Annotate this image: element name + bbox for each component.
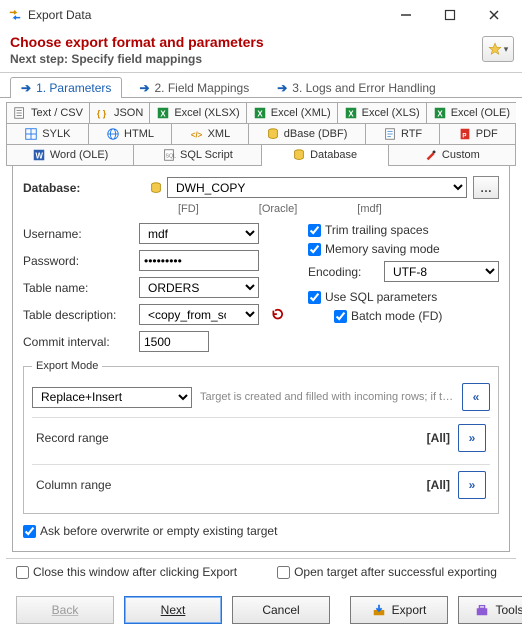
export-mode-group: Export Mode Replace+Insert Target is cre… bbox=[23, 366, 499, 514]
format-database[interactable]: Database bbox=[262, 145, 389, 166]
tdesc-combo[interactable]: <copy_from_source> bbox=[139, 304, 259, 325]
favorites-button[interactable]: ▾ bbox=[482, 36, 514, 62]
close-after-checkbox[interactable]: Close this window after clicking Export bbox=[16, 565, 237, 579]
svg-text:X: X bbox=[161, 110, 167, 119]
svg-text:{ }: { } bbox=[97, 109, 107, 119]
step-label: 2. Field Mappings bbox=[155, 81, 250, 95]
format-tabs: Text / CSV { }JSON XExcel (XLSX) XExcel … bbox=[6, 102, 516, 166]
table-combo[interactable]: ORDERS bbox=[139, 277, 259, 298]
encoding-label: Encoding: bbox=[308, 265, 378, 279]
arrow-right-icon: ➔ bbox=[277, 81, 287, 95]
format-rtf[interactable]: RTF bbox=[366, 124, 441, 145]
step-field-mappings[interactable]: ➔ 2. Field Mappings bbox=[128, 77, 260, 98]
commit-field[interactable] bbox=[139, 331, 209, 352]
format-sql-script[interactable]: SQLSQL Script bbox=[134, 145, 261, 166]
next-button[interactable]: Next bbox=[124, 596, 222, 624]
svg-text:X: X bbox=[437, 110, 443, 119]
svg-text:X: X bbox=[257, 110, 263, 119]
tdesc-reset-button[interactable] bbox=[265, 304, 287, 325]
column-range-label: Column range bbox=[36, 478, 427, 492]
svg-text:SQL: SQL bbox=[165, 154, 176, 160]
format-excel-xml[interactable]: XExcel (XML) bbox=[247, 103, 338, 124]
svg-text:P: P bbox=[462, 133, 466, 140]
page-subheading: Next step: Specify field mappings bbox=[10, 52, 512, 66]
arrow-right-icon: ➔ bbox=[139, 81, 149, 95]
format-sylk[interactable]: SYLK bbox=[7, 124, 89, 145]
format-xlsx[interactable]: XExcel (XLSX) bbox=[150, 103, 246, 124]
svg-text:</>: </> bbox=[190, 131, 202, 140]
export-mode-legend: Export Mode bbox=[32, 360, 102, 372]
toolbox-icon bbox=[475, 603, 489, 617]
button-bar: Back Next Cancel Export Tools▾ bbox=[6, 588, 516, 629]
parameters-panel: Database: DWH_COPY … [FD] [Oracle] [mdf]… bbox=[12, 166, 510, 552]
format-word-ole[interactable]: WWord (OLE) bbox=[7, 145, 134, 166]
window-close[interactable] bbox=[472, 1, 516, 29]
table-label: Table name: bbox=[23, 281, 133, 295]
window-title: Export Data bbox=[28, 8, 384, 22]
password-label: Password: bbox=[23, 254, 133, 268]
column-range-value: [All] bbox=[427, 478, 450, 492]
batch-checkbox[interactable]: Batch mode (FD) bbox=[308, 309, 499, 323]
tools-button[interactable]: Tools▾ bbox=[458, 596, 522, 624]
record-range-label: Record range bbox=[36, 431, 427, 445]
format-excel-ole[interactable]: XExcel (OLE) bbox=[427, 103, 516, 124]
format-pdf[interactable]: PPDF bbox=[440, 124, 515, 145]
cancel-button[interactable]: Cancel bbox=[232, 596, 330, 624]
app-swap-icon bbox=[8, 8, 22, 22]
step-logs[interactable]: ➔ 3. Logs and Error Handling bbox=[266, 77, 446, 98]
format-xml[interactable]: </>XML bbox=[172, 124, 248, 145]
password-field[interactable] bbox=[139, 250, 259, 271]
commit-label: Commit interval: bbox=[23, 335, 133, 349]
svg-text:X: X bbox=[348, 110, 354, 119]
username-combo[interactable]: mdf bbox=[139, 223, 259, 244]
database-combo[interactable]: DWH_COPY bbox=[167, 177, 467, 198]
db-hints: [FD] [Oracle] [mdf] bbox=[23, 203, 499, 215]
tdesc-label: Table description: bbox=[23, 308, 133, 322]
record-range-value: [All] bbox=[427, 431, 450, 445]
arrow-right-icon: ➔ bbox=[21, 81, 31, 95]
svg-text:W: W bbox=[35, 152, 43, 161]
memory-checkbox[interactable]: Memory saving mode bbox=[308, 242, 499, 256]
titlebar: Export Data bbox=[0, 0, 522, 30]
format-html[interactable]: HTML bbox=[89, 124, 173, 145]
encoding-combo[interactable]: UTF-8 bbox=[384, 261, 499, 282]
export-button[interactable]: Export bbox=[350, 596, 448, 624]
export-icon bbox=[372, 603, 386, 617]
database-icon bbox=[149, 181, 163, 195]
step-parameters[interactable]: ➔ 1. Parameters bbox=[10, 77, 122, 98]
database-browse-button[interactable]: … bbox=[473, 176, 499, 199]
window-minimize[interactable] bbox=[384, 1, 428, 29]
open-after-checkbox[interactable]: Open target after successful exporting bbox=[277, 565, 497, 579]
column-range-button[interactable]: » bbox=[458, 471, 486, 499]
ask-overwrite-checkbox[interactable]: Ask before overwrite or empty existing t… bbox=[23, 524, 499, 538]
database-label: Database: bbox=[23, 181, 143, 195]
export-mode-combo[interactable]: Replace+Insert bbox=[32, 387, 192, 408]
format-json[interactable]: { }JSON bbox=[90, 103, 150, 124]
window-maximize[interactable] bbox=[428, 1, 472, 29]
format-xls[interactable]: XExcel (XLS) bbox=[338, 103, 427, 124]
username-label: Username: bbox=[23, 227, 133, 241]
export-mode-expand-button[interactable]: « bbox=[462, 383, 490, 411]
export-mode-hint: Target is created and filled with incomi… bbox=[200, 391, 454, 403]
record-range-button[interactable]: » bbox=[458, 424, 486, 452]
step-label: 1. Parameters bbox=[36, 81, 111, 95]
step-label: 3. Logs and Error Handling bbox=[292, 81, 435, 95]
wizard-steps: ➔ 1. Parameters ➔ 2. Field Mappings ➔ 3.… bbox=[0, 75, 522, 98]
format-text-csv[interactable]: Text / CSV bbox=[7, 103, 90, 124]
page-heading: Choose export format and parameters bbox=[10, 34, 512, 50]
back-button[interactable]: Back bbox=[16, 596, 114, 624]
format-custom[interactable]: Custom bbox=[389, 145, 515, 166]
trim-checkbox[interactable]: Trim trailing spaces bbox=[308, 223, 499, 237]
use-sql-checkbox[interactable]: Use SQL parameters bbox=[308, 290, 499, 304]
format-dbf[interactable]: dBase (DBF) bbox=[249, 124, 366, 145]
